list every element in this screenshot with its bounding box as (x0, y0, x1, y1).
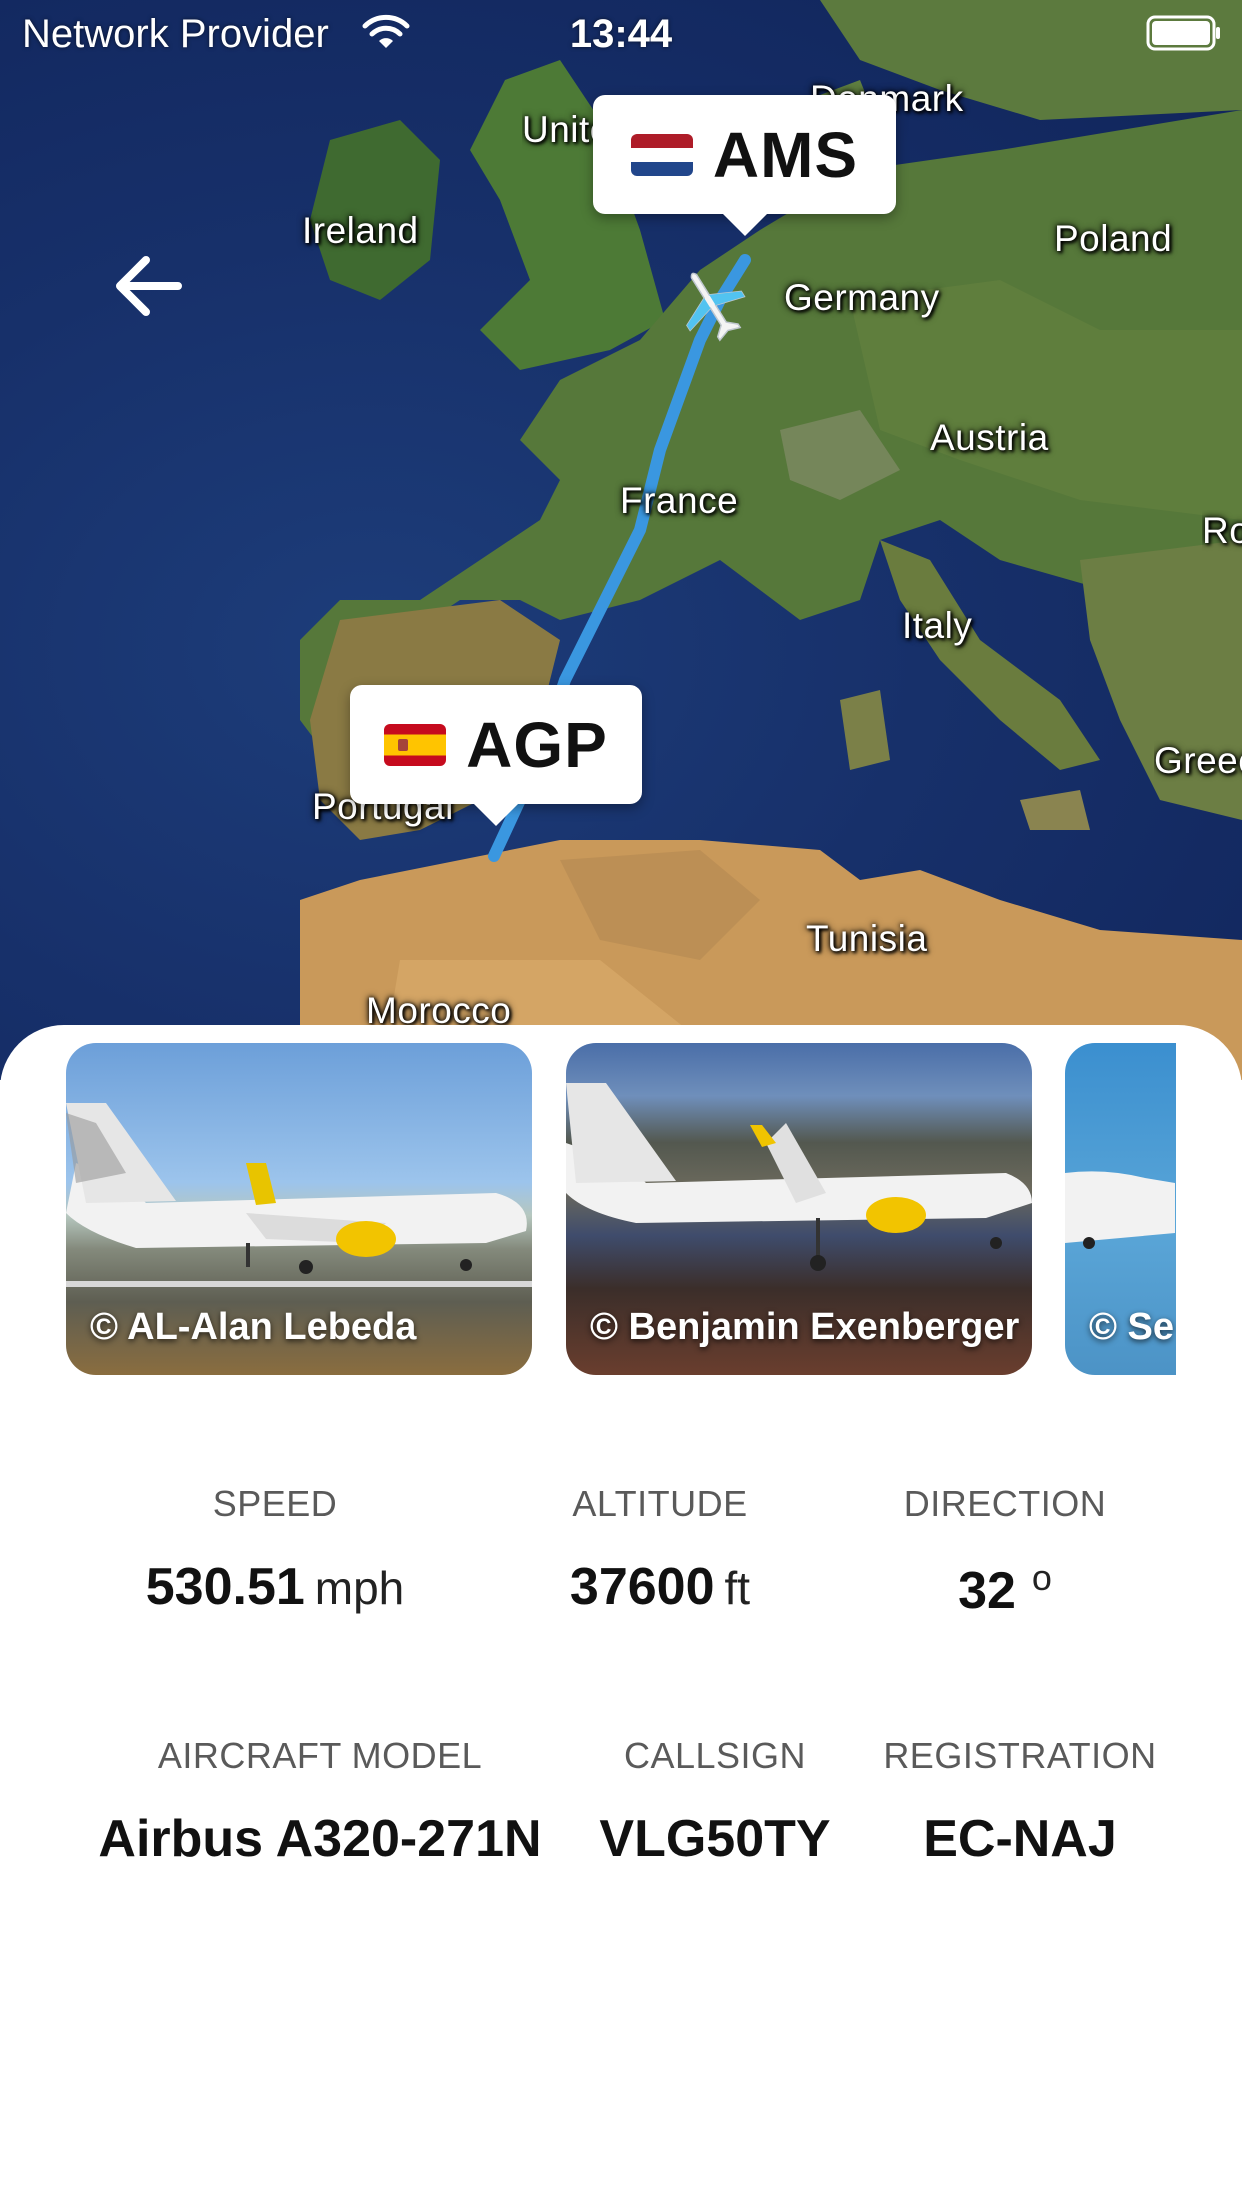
altitude-label: ALTITUDE (572, 1483, 748, 1524)
callsign-stat: CALLSIGN VLG50TY (580, 1735, 850, 1869)
speed-unit: mph (314, 1562, 405, 1614)
direction-label: DIRECTION (903, 1483, 1107, 1524)
status-time: 13:44 (569, 12, 673, 56)
arrow-left-icon (116, 256, 182, 316)
origin-airport-code: AGP (466, 708, 608, 781)
aircraft-model-stat: AIRCRAFT MODEL Airbus A320-271N (70, 1735, 570, 1869)
spain-flag-icon (384, 723, 447, 766)
origin-airport-marker[interactable]: AGP (350, 685, 642, 826)
map-label-romania: Romania (1202, 510, 1242, 551)
map-label-ireland: Ireland (302, 210, 419, 251)
aircraft-photo[interactable]: © Benjamin Exenberger (566, 1043, 1032, 1375)
registration-value: EC-NAJ (923, 1810, 1117, 1868)
map-label-france: France (620, 480, 739, 521)
map-label-poland: Poland (1054, 218, 1173, 259)
status-bar: Network Provider 13:44 (0, 0, 1242, 70)
aircraft-model-value: Airbus A320-271N (98, 1810, 542, 1868)
aircraft-photo-carousel[interactable]: © AL-Alan Lebeda © Benjamin Exenberger ©… (66, 1043, 1176, 1375)
destination-airport-code: AMS (712, 118, 859, 191)
speed-label: SPEED (212, 1483, 338, 1524)
registration-stat: REGISTRATION EC-NAJ (870, 1735, 1170, 1869)
direction-unit: o (1031, 1557, 1052, 1598)
photo-credit: © Benjamin Exenberger (590, 1306, 1020, 1348)
aircraft-model-label: AIRCRAFT MODEL (157, 1735, 483, 1776)
map-label-greece: Greece (1154, 740, 1242, 781)
back-button[interactable] (100, 238, 196, 334)
map-label-italy: Italy (902, 605, 973, 646)
altitude-stat: ALTITUDE 37600 ft (520, 1483, 800, 1617)
registration-label: REGISTRATION (883, 1735, 1157, 1776)
flight-details-sheet[interactable]: © AL-Alan Lebeda © Benjamin Exenberger ©… (0, 1025, 1242, 2208)
map-label-germany: Germany (784, 277, 940, 318)
direction-value: 32 (958, 1562, 1016, 1620)
aircraft-photo[interactable]: © AL-Alan Lebeda (66, 1043, 532, 1375)
speed-stat: SPEED 530.51 mph (110, 1483, 440, 1617)
callsign-label: CALLSIGN (623, 1735, 807, 1776)
map-label-austria: Austria (930, 417, 1049, 458)
photo-credit: © Se (1089, 1306, 1175, 1348)
map-label-tunisia: Tunisia (806, 918, 928, 959)
altitude-value: 37600 (569, 1558, 715, 1616)
photo-credit: © AL-Alan Lebeda (90, 1306, 417, 1348)
aircraft-photo[interactable]: © Se (1065, 1043, 1176, 1375)
destination-airport-marker[interactable]: AMS (593, 95, 896, 236)
map-label-united-kingdom: United Kingdom (522, 109, 600, 150)
direction-stat: DIRECTION 32 o (880, 1483, 1130, 1621)
aircraft-position-icon[interactable] (672, 265, 752, 345)
callsign-value: VLG50TY (599, 1810, 831, 1868)
flight-map[interactable]: Ireland United Kingdom Denmark Poland Ge… (0, 0, 1242, 1080)
netherlands-flag-icon (630, 133, 693, 176)
altitude-unit: ft (724, 1562, 751, 1614)
speed-value: 530.51 (145, 1558, 305, 1616)
battery-icon (1146, 15, 1220, 51)
